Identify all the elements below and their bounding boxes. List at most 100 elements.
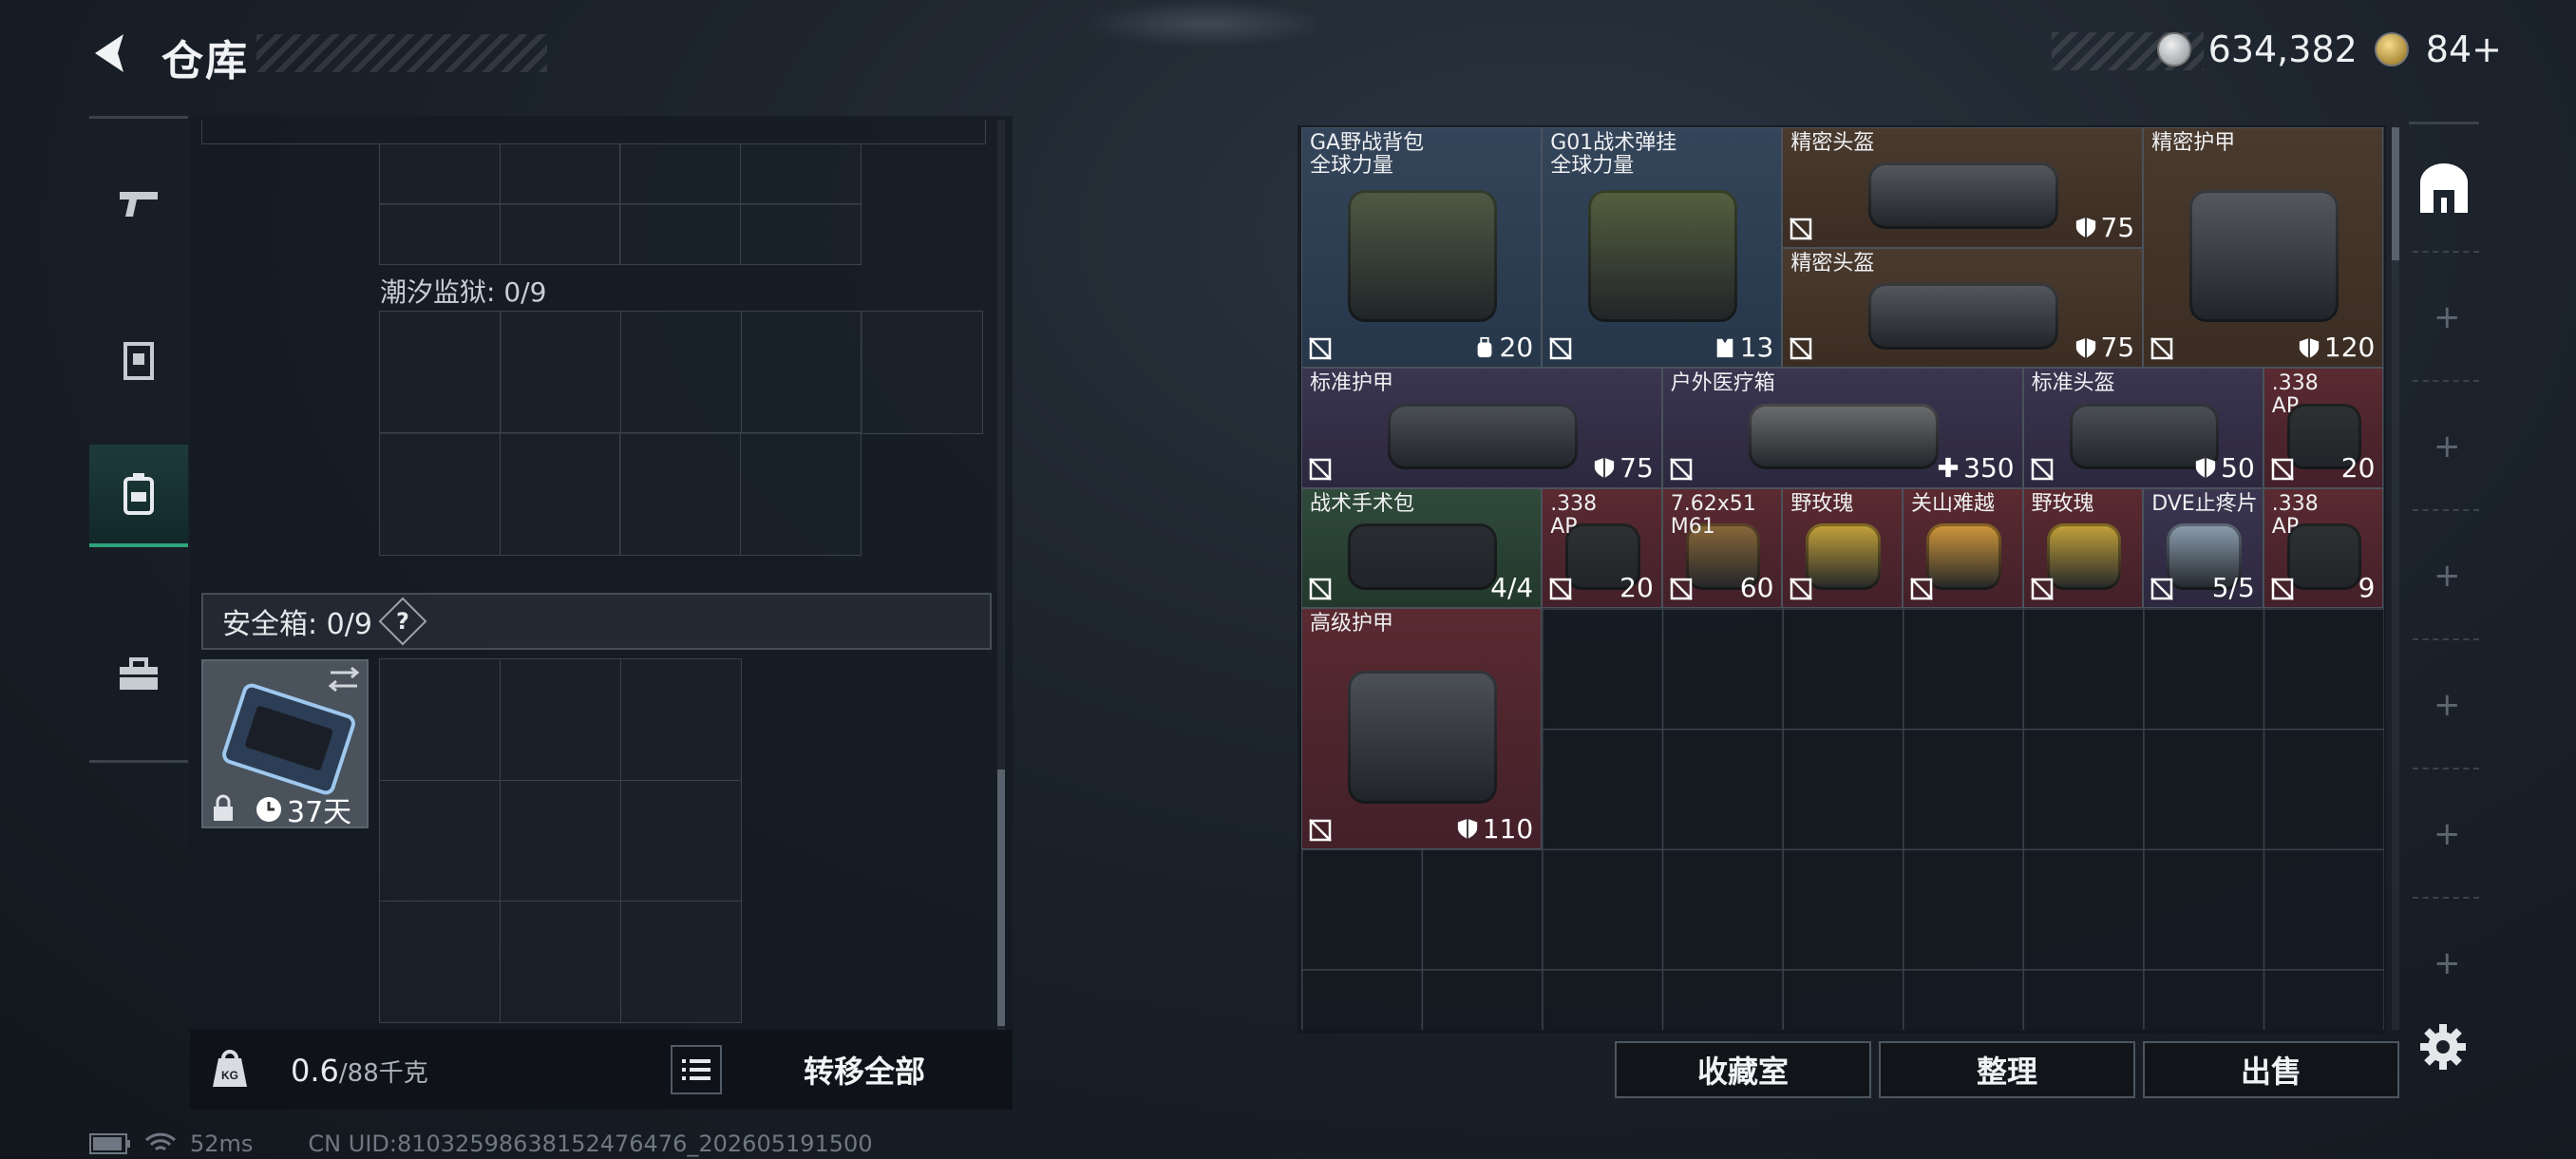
item-count-value: 9 [2358,572,2376,604]
safe-box-grid [379,658,742,1023]
grid-slot[interactable] [619,143,742,205]
item-image [1588,189,1738,323]
no-insure-icon [1790,217,1813,240]
clock-icon [256,797,281,822]
nav-toolbox[interactable] [89,623,188,726]
add-tab-plus-icon[interactable]: + [2434,298,2461,336]
grid-slot[interactable] [499,143,621,205]
item-ammo-338ap[interactable]: .338 AP 9 [2263,487,2384,609]
prison-grid-row2 [379,432,862,556]
nav-divider [89,760,188,763]
back-arrow-icon[interactable] [85,27,139,80]
sell-button[interactable]: 出售 [2143,1041,2399,1098]
grid-slot[interactable] [739,203,862,265]
item-g01-vest[interactable]: G01战术弹挂 全球力量 13 [1542,127,1783,369]
svg-text:KG: KG [221,1069,238,1082]
settings-gear-icon[interactable] [2418,1022,2468,1072]
item-count: 50 [2194,452,2255,484]
grid-slot[interactable] [499,658,622,782]
transfer-all-button[interactable]: 转移全部 [722,1039,1007,1100]
item-count: 5/5 [2212,572,2255,603]
right-scrollbar-thumb[interactable] [2392,127,2399,260]
gold-amount[interactable]: 84+ [2426,28,2502,70]
item-standard-helmet[interactable]: 标准头盔 50 [2022,368,2263,488]
right-scrollbar[interactable] [2392,127,2399,1030]
grid-slot[interactable] [379,143,502,205]
nav-armor[interactable] [89,310,188,412]
grid-slot[interactable] [619,658,742,782]
item-count-value: 20 [1499,332,1534,364]
item-count: 9 [2358,572,2376,603]
grid-slot[interactable] [379,311,502,434]
nav-backpack[interactable] [89,445,188,547]
container-grid [379,143,862,265]
add-tab-plus-icon[interactable]: + [2434,557,2461,595]
item-precision-armor[interactable]: 精密护甲 120 [2143,127,2384,369]
safe-box-duration: 37天 [255,788,351,830]
grid-slot[interactable] [379,432,502,556]
left-scrollbar-thumb[interactable] [997,770,1005,1026]
grid-slot[interactable] [500,311,622,434]
item-count-value: 110 [1482,812,1534,845]
no-insure-icon [2030,578,2054,601]
grid-slot[interactable] [861,311,983,434]
grid-slot[interactable] [499,432,621,556]
grid-slot[interactable] [379,658,502,782]
title-decoration [256,34,547,72]
plus-icon [1938,458,1959,478]
item-guanshan-drink[interactable]: 关山难越 [1903,487,2023,609]
item-name: 战术手术包 [1310,491,1415,516]
item-ammo-338ap[interactable]: .338 AP 20 [2263,368,2384,488]
item-wild-rose-drink[interactable]: 野玫瑰 [1782,487,1903,609]
warehouse-tab-icon[interactable] [2416,162,2472,217]
grid-slot[interactable] [619,311,743,434]
warehouse-items: GA野战背包 全球力量 20 G01战术弹挂 全球力量 13 精密头盔 75 精密护甲 120… [1301,127,2384,1030]
item-count-value: 120 [2323,332,2376,364]
no-insure-icon [1549,337,1573,361]
add-tab-plus-icon[interactable]: + [2434,815,2461,853]
item-standard-armor[interactable]: 标准护甲 75 [1301,368,1662,488]
currency-bar: 634,382 84+ [2052,28,2502,70]
shield-icon [2299,337,2320,358]
help-icon[interactable]: ? [378,597,427,646]
add-tab-plus-icon[interactable]: + [2434,428,2461,466]
list-view-button[interactable] [671,1045,722,1094]
item-ammo-338ap[interactable]: .338 AP 20 [1542,487,1662,609]
grid-slot[interactable] [379,203,502,265]
organize-button[interactable]: 整理 [1879,1041,2135,1098]
grid-slot[interactable] [619,203,742,265]
grid-slot[interactable] [619,900,742,1023]
item-ammo-762x51[interactable]: 7.62x51 M61 60 [1661,487,1783,609]
collection-button[interactable]: 收藏室 [1615,1041,1871,1098]
item-precision-helmet[interactable]: 精密头盔 75 [1782,127,2144,248]
grid-slot[interactable] [379,900,502,1023]
item-wild-rose-drink[interactable]: 野玫瑰 [2022,487,2144,609]
item-count-value: 13 [1739,332,1774,364]
grid-slot[interactable] [740,311,862,434]
grid-slot[interactable] [499,900,622,1023]
no-insure-icon [1910,578,1933,601]
prison-container-label: 潮汐监狱: 0/9 [380,276,547,308]
item-precision-helmet[interactable]: 精密头盔 75 [1782,247,2144,369]
add-tab-plus-icon[interactable]: + [2434,944,2461,982]
shield-icon [2195,458,2216,479]
nav-weapon[interactable] [89,152,188,255]
item-outdoor-medkit[interactable]: 户外医疗箱 350 [1661,368,2023,488]
item-surgical-kit[interactable]: 战术手术包 4/4 [1301,487,1543,609]
grid-slot[interactable] [739,143,862,205]
item-ga-backpack[interactable]: GA野战背包 全球力量 20 [1301,127,1543,369]
item-image [2046,523,2122,590]
grid-slot[interactable] [619,432,742,556]
grid-slot[interactable] [499,203,621,265]
item-dve-painkiller[interactable]: DVE止疼片 5/5 [2143,487,2263,609]
grid-slot[interactable] [619,779,742,902]
grid-slot[interactable] [739,432,862,556]
ping: 52ms [190,1130,254,1157]
shield-icon [1457,818,1477,840]
item-image [1348,523,1498,590]
add-tab-plus-icon[interactable]: + [2434,686,2461,724]
grid-slot[interactable] [379,779,502,902]
tab-divider [2413,638,2479,640]
grid-slot[interactable] [499,779,622,902]
item-advanced-armor[interactable]: 高级护甲 110 [1301,608,1543,849]
